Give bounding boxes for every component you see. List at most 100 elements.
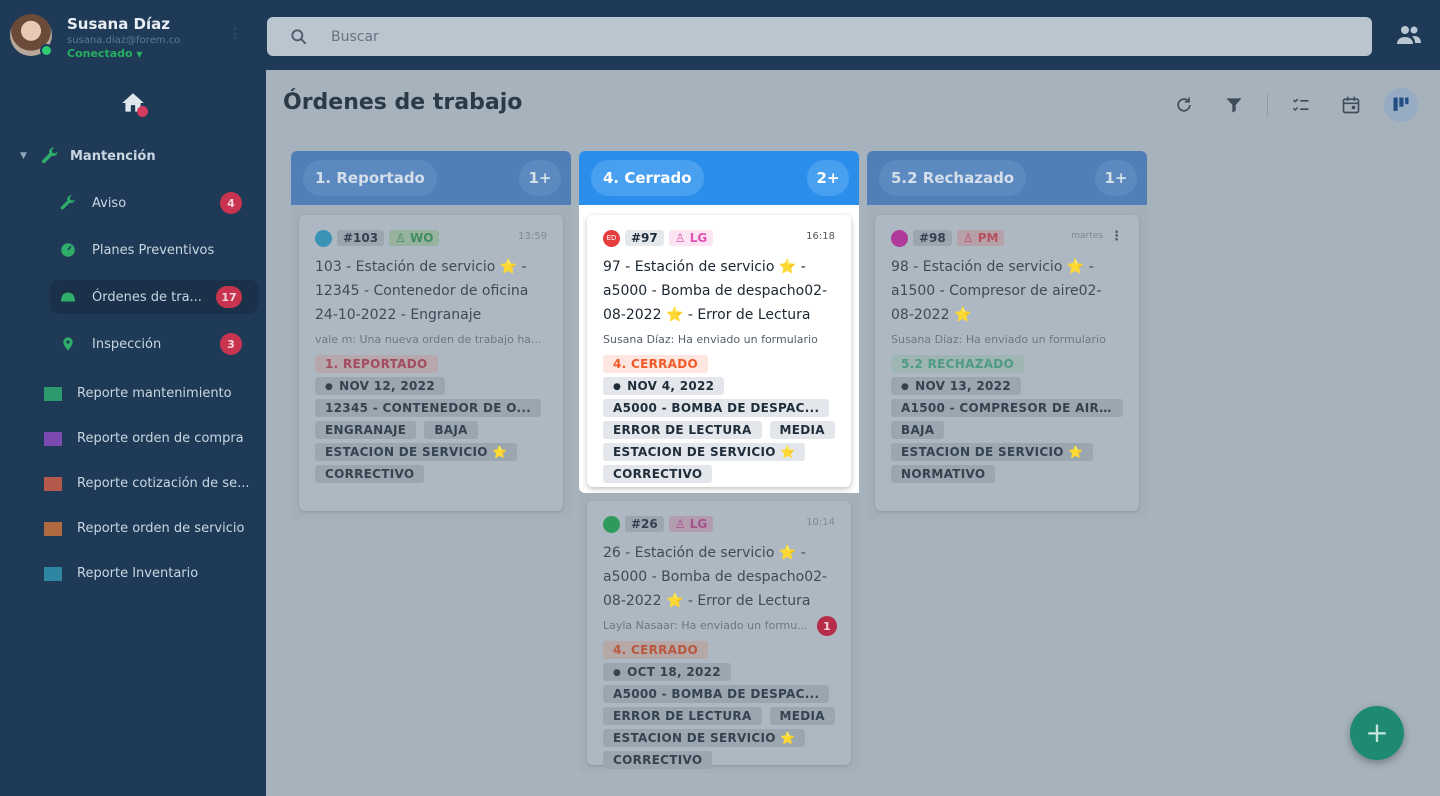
grid-icon: [44, 566, 62, 581]
assignee-chip: ♙ LG: [668, 230, 714, 246]
caret-down-icon: ▼: [20, 151, 27, 161]
assignee-initials: LG: [689, 517, 708, 531]
refresh-button[interactable]: [1167, 88, 1201, 122]
calendar-icon: [1342, 96, 1360, 114]
work-order-card[interactable]: #103 ♙ WO 13:59 103 - Estación de servic…: [299, 215, 563, 511]
kanban-column-rechazado: 5.2 Rechazado 1+ #98 ♙ PM martes ⋮ 98 - …: [867, 151, 1147, 519]
home-button[interactable]: [120, 90, 148, 118]
search-bar[interactable]: [267, 17, 1372, 56]
notification-dot: [137, 106, 148, 117]
page-title: Órdenes de trabajo: [283, 90, 523, 115]
top-bar: [266, 0, 1440, 70]
card-title: 98 - Estación de servicio ⭐ - a1500 - Co…: [891, 259, 1102, 323]
tag: ESTACION DE SERVICIO ⭐: [603, 729, 806, 747]
user-profile[interactable]: Susana Díaz susana.diaz@forem.co Conecta…: [10, 12, 260, 60]
sidebar-item-label: Planes Preventivos: [92, 242, 215, 258]
tag: NORMATIVO: [891, 465, 996, 483]
grid-icon: [44, 431, 62, 446]
card-time: 10:14: [806, 517, 835, 528]
avatar: [603, 515, 620, 533]
card-message-row: Layla Nasaar: Ha enviado un formu... 1: [603, 616, 837, 636]
card-last-message: Susana Díaz: Ha enviado un formulario: [891, 333, 1106, 346]
assignee-chip: ♙ LG: [668, 516, 714, 532]
order-number: #26: [625, 516, 664, 532]
user-name: Susana Díaz: [67, 15, 171, 33]
user-email: susana.diaz@forem.co: [67, 35, 181, 46]
plus-icon: +: [1365, 716, 1389, 749]
sidebar-item-reporte-orden-de-compra[interactable]: Reporte orden de compra: [44, 431, 244, 446]
status-tag: 4. CERRADO: [603, 641, 709, 659]
assignee-initials: PM: [977, 231, 999, 245]
sidebar-item-reporte-mantenimiento[interactable]: Reporte mantenimiento: [44, 386, 232, 401]
column-count[interactable]: 1+: [519, 160, 561, 196]
card-time: martes: [1071, 231, 1103, 241]
sidebar-item-ordenes-de-trabajo[interactable]: Órdenes de tra... 17: [50, 280, 258, 314]
grid-icon: [44, 476, 62, 491]
user-status[interactable]: Conectado ▼: [67, 47, 143, 60]
column-count[interactable]: 1+: [1095, 160, 1137, 196]
kanban-view-button[interactable]: [1384, 88, 1418, 122]
search-input[interactable]: [331, 28, 1231, 45]
search-icon: [291, 28, 307, 44]
sidebar-item-label: Órdenes de tra...: [92, 289, 202, 305]
card-last-message: Layla Nasaar: Ha enviado un formu...: [603, 619, 808, 632]
tag: 12345 - CONTENEDOR DE O...: [315, 399, 542, 417]
view-toolbar: [1167, 88, 1418, 122]
unread-badge: 1: [817, 616, 837, 636]
card-time: 13:59: [518, 231, 547, 242]
order-number: #103: [337, 230, 385, 246]
avatar: [891, 229, 908, 247]
column-count[interactable]: 2+: [807, 160, 849, 196]
list-view-button[interactable]: [1284, 88, 1318, 122]
tag: CORRECTIVO: [603, 751, 713, 769]
sidebar-item-inspeccion[interactable]: Inspección 3: [50, 327, 258, 361]
work-order-card[interactable]: ED #97 ♙ LG 16:18 97 - Estación de servi…: [587, 215, 851, 487]
sidebar-item-planes-preventivos[interactable]: Planes Preventivos: [50, 233, 258, 267]
tag: ENGRANAJE: [315, 421, 417, 439]
filter-button[interactable]: [1217, 88, 1251, 122]
sidebar-item-label: Inspección: [92, 336, 162, 352]
wrench-icon: [41, 147, 58, 164]
column-header: 1. Reportado 1+: [291, 151, 571, 205]
count-badge: 3: [220, 333, 242, 355]
sidebar-item-reporte-cotizacion[interactable]: Reporte cotización de se...: [44, 476, 249, 491]
date-tag: NOV 12, 2022: [315, 377, 445, 395]
list-icon: [1292, 98, 1309, 112]
helmet-icon: [58, 287, 78, 307]
work-order-card[interactable]: #98 ♙ PM martes ⋮ 98 - Estación de servi…: [875, 215, 1139, 511]
assignee-initials: WO: [410, 231, 434, 245]
tag: ERROR DE LECTURA: [603, 707, 762, 725]
location-pin-icon: [58, 334, 78, 354]
add-button[interactable]: +: [1350, 706, 1404, 760]
more-vertical-icon[interactable]: ⋮: [228, 26, 242, 42]
column-header: 5.2 Rechazado 1+: [867, 151, 1147, 205]
sidebar-item-aviso[interactable]: Aviso 4: [50, 186, 258, 220]
work-order-card[interactable]: #26 ♙ LG 10:14 26 - Estación de servicio…: [587, 501, 851, 769]
tag-list: 4. CERRADO NOV 4, 2022 A5000 - BOMBA DE …: [603, 355, 835, 483]
card-time: 16:18: [806, 231, 835, 242]
tag-list: 4. CERRADO OCT 18, 2022 A5000 - BOMBA DE…: [603, 641, 835, 769]
sidebar-item-label: Reporte Inventario: [77, 566, 199, 581]
nav-section-mantencion[interactable]: ▼ Mantención: [20, 146, 156, 166]
people-icon[interactable]: [1396, 24, 1422, 46]
tag-list: 1. REPORTADO NOV 12, 2022 12345 - CONTEN…: [315, 355, 547, 483]
sidebar-item-label: Aviso: [92, 195, 127, 211]
column-title[interactable]: 5.2 Rechazado: [879, 160, 1027, 196]
tag: ESTACION DE SERVICIO ⭐: [603, 443, 806, 461]
tag: ESTACION DE SERVICIO ⭐: [315, 443, 518, 461]
more-vertical-icon[interactable]: ⋮: [1110, 229, 1123, 244]
kanban-column-reportado: 1. Reportado 1+ #103 ♙ WO 13:59 103 - Es…: [291, 151, 571, 519]
grid-icon: [44, 521, 62, 536]
calendar-view-button[interactable]: [1334, 88, 1368, 122]
column-title[interactable]: 1. Reportado: [303, 160, 437, 196]
sidebar-item-reporte-inventario[interactable]: Reporte Inventario: [44, 566, 198, 581]
column-title[interactable]: 4. Cerrado: [591, 160, 704, 196]
sidebar-item-reporte-orden-de-servicio[interactable]: Reporte orden de servicio: [44, 521, 244, 536]
card-title: 26 - Estación de servicio ⭐ - a5000 - Bo…: [603, 545, 828, 609]
caret-down-icon: ▼: [136, 50, 143, 59]
sidebar: Susana Díaz susana.diaz@forem.co Conecta…: [0, 0, 266, 796]
wrench-icon: [58, 193, 78, 213]
assignee-initials: LG: [689, 231, 708, 245]
grid-icon: [44, 386, 62, 401]
sidebar-item-label: Reporte orden de compra: [77, 431, 244, 446]
